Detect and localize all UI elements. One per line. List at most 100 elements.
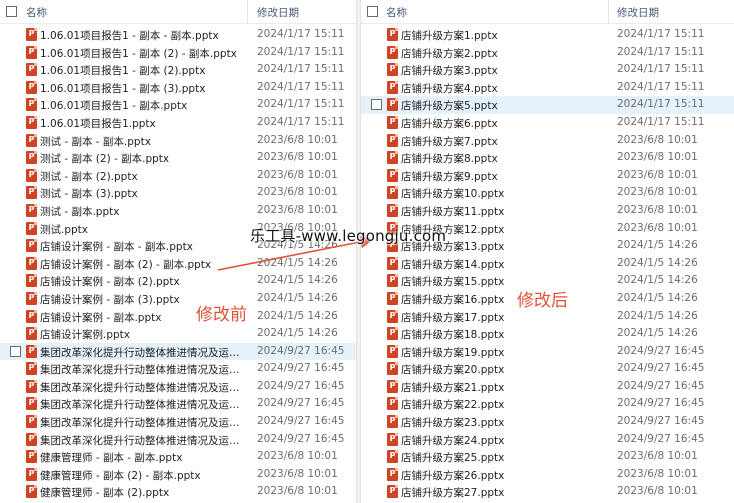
file-row[interactable]: 店铺升级方案26.pptx 2023/6/8 10:01 xyxy=(361,466,734,484)
file-row[interactable]: 1.06.01项目报告1 - 副本 (2) - 副本.pptx 2024/1/17… xyxy=(0,44,356,62)
file-row[interactable]: 店铺升级方案22.pptx 2024/9/27 16:45 xyxy=(361,395,734,413)
file-row[interactable]: 店铺升级方案21.pptx 2024/9/27 16:45 xyxy=(361,378,734,396)
file-row[interactable]: 1.06.01项目报告1 - 副本 (2).pptx 2024/1/17 15:1… xyxy=(0,61,356,79)
column-separator[interactable] xyxy=(608,0,609,24)
file-date-modified: 2024/1/17 15:11 xyxy=(257,63,345,76)
file-date-modified: 2024/1/5 14:26 xyxy=(257,274,338,287)
row-checkbox[interactable] xyxy=(10,345,21,357)
file-row[interactable]: 1.06.01项目报告1 - 副本 (3).pptx 2024/1/17 15:1… xyxy=(0,79,356,97)
file-row[interactable]: 集团改革深化提升行动整体推进情况及运管... 2024/9/27 16:45 xyxy=(0,431,356,449)
select-all-checkbox[interactable] xyxy=(367,6,378,17)
pptx-file-icon xyxy=(387,115,398,129)
file-date-modified: 2023/6/8 10:01 xyxy=(617,221,698,234)
file-row[interactable]: 集团改革深化提升行动整体推进情况及运管... 2024/9/27 16:45 xyxy=(0,342,356,361)
file-row[interactable]: 集团改革深化提升行动整体推进情况及运管... 2024/9/27 16:45 xyxy=(0,378,356,396)
file-row[interactable]: 集团改革深化提升行动整体推进情况及运管... 2024/9/27 16:45 xyxy=(0,360,356,378)
file-row[interactable]: 店铺升级方案11.pptx 2023/6/8 10:01 xyxy=(361,202,734,220)
file-row[interactable]: 店铺升级方案14.pptx 2024/1/5 14:26 xyxy=(361,255,734,273)
pptx-file-icon xyxy=(26,309,37,323)
file-name: 店铺升级方案2.pptx xyxy=(401,47,498,60)
file-date-modified: 2023/6/8 10:01 xyxy=(617,485,698,498)
file-row[interactable]: 健康管理师 - 副本 (2) - 副本.pptx 2023/6/8 10:01 xyxy=(0,466,356,484)
file-row[interactable]: 测试 - 副本 - 副本.pptx 2023/6/8 10:01 xyxy=(0,132,356,150)
file-date-modified: 2024/9/27 16:45 xyxy=(617,432,705,445)
row-checkbox[interactable] xyxy=(371,99,382,111)
file-row[interactable]: 店铺升级方案18.pptx 2024/1/5 14:26 xyxy=(361,325,734,343)
date-modified-column-header[interactable]: 修改日期 xyxy=(617,5,659,20)
file-date-modified: 2024/1/5 14:26 xyxy=(257,327,338,340)
pptx-file-icon xyxy=(387,98,398,112)
file-row[interactable]: 店铺设计案例 - 副本 (2) - 副本.pptx 2024/1/5 14:26 xyxy=(0,255,356,273)
file-row[interactable]: 店铺设计案例 - 副本.pptx2024/1/5 14:26 xyxy=(0,308,356,326)
file-row[interactable]: 店铺升级方案5.pptx 2024/1/17 15:11 xyxy=(361,96,734,114)
file-name: 测试 - 副本 (3).pptx xyxy=(40,188,138,201)
name-column-header[interactable]: 名称 xyxy=(386,5,407,20)
file-row[interactable]: 店铺升级方案2.pptx 2024/1/17 15:11 xyxy=(361,44,734,62)
file-row[interactable]: 店铺升级方案25.pptx 2023/6/8 10:01 xyxy=(361,448,734,466)
date-modified-column-header[interactable]: 修改日期 xyxy=(257,5,299,20)
file-name: 集团改革深化提升行动整体推进情况及运管... xyxy=(40,364,240,377)
file-name: 店铺升级方案26.pptx xyxy=(401,469,505,482)
pptx-file-icon xyxy=(387,168,398,182)
file-row[interactable]: 店铺升级方案9.pptx 2023/6/8 10:01 xyxy=(361,167,734,185)
file-row[interactable]: 集团改革深化提升行动整体推进情况及运管... 2024/9/27 16:45 xyxy=(0,413,356,431)
file-date-modified: 2024/1/5 14:26 xyxy=(257,309,338,322)
pptx-file-icon xyxy=(26,115,37,129)
file-date-modified: 2024/1/17 15:11 xyxy=(617,115,705,128)
pptx-file-icon xyxy=(26,80,37,94)
file-name: 店铺升级方案25.pptx xyxy=(401,452,505,465)
column-separator[interactable] xyxy=(247,0,248,24)
file-date-modified: 2023/6/8 10:01 xyxy=(617,203,698,216)
file-name: 店铺升级方案8.pptx xyxy=(401,153,498,166)
pptx-file-icon xyxy=(387,362,398,376)
file-row[interactable]: 店铺升级方案24.pptx 2024/9/27 16:45 xyxy=(361,431,734,449)
file-row[interactable]: 店铺升级方案3.pptx 2024/1/17 15:11 xyxy=(361,61,734,79)
file-row[interactable]: 测试 - 副本.pptx 2023/6/8 10:01 xyxy=(0,202,356,220)
file-row[interactable]: 店铺升级方案1.pptx 2024/1/17 15:11 xyxy=(361,26,734,44)
file-row[interactable]: 集团改革深化提升行动整体推进情况及运管... 2024/9/27 16:45 xyxy=(0,395,356,413)
pptx-file-icon xyxy=(387,80,398,94)
pptx-file-icon xyxy=(387,45,398,59)
file-row[interactable]: 测试 - 副本 (2).pptx 2023/6/8 10:01 xyxy=(0,167,356,185)
file-row[interactable]: 店铺升级方案27.pptx 2023/6/8 10:01 xyxy=(361,483,734,501)
column-header: 名称 修改日期 xyxy=(361,0,734,24)
pptx-file-icon xyxy=(387,151,398,165)
file-date-modified: 2024/1/5 14:26 xyxy=(617,274,698,287)
file-row[interactable]: 1.06.01项目报告1 - 副本.pptx 2024/1/17 15:11 xyxy=(0,96,356,114)
pptx-file-icon xyxy=(26,291,37,305)
file-row[interactable]: 店铺升级方案19.pptx 2024/9/27 16:45 xyxy=(361,343,734,361)
file-row[interactable]: 测试 - 副本 (3).pptx 2023/6/8 10:01 xyxy=(0,184,356,202)
file-date-modified: 2024/1/5 14:26 xyxy=(617,256,698,269)
file-row[interactable]: 店铺设计案例 - 副本 (2).pptx 2024/1/5 14:26 xyxy=(0,272,356,290)
file-row[interactable]: 店铺升级方案7.pptx 2023/6/8 10:01 xyxy=(361,132,734,150)
file-row[interactable]: 店铺升级方案8.pptx 2023/6/8 10:01 xyxy=(361,149,734,167)
select-all-checkbox[interactable] xyxy=(6,6,17,17)
file-rows: 1.06.01项目报告1 - 副本 - 副本.pptx 2024/1/17 15:… xyxy=(0,26,356,501)
file-row[interactable]: 1.06.01项目报告1 - 副本 - 副本.pptx 2024/1/17 15:… xyxy=(0,26,356,44)
file-row[interactable]: 测试 - 副本 (2) - 副本.pptx 2023/6/8 10:01 xyxy=(0,149,356,167)
file-date-modified: 2023/6/8 10:01 xyxy=(617,467,698,480)
file-date-modified: 2023/6/8 10:01 xyxy=(257,133,338,146)
file-name: 测试.pptx xyxy=(40,223,88,236)
file-date-modified: 2023/6/8 10:01 xyxy=(257,467,338,480)
file-name: 测试 - 副本 - 副本.pptx xyxy=(40,135,151,148)
file-row[interactable]: 店铺设计案例.pptx 2024/1/5 14:26 xyxy=(0,325,356,343)
file-row[interactable]: 店铺升级方案10.pptx 2023/6/8 10:01 xyxy=(361,184,734,202)
file-date-modified: 2024/1/17 15:11 xyxy=(617,80,705,93)
file-row[interactable]: 店铺升级方案6.pptx 2024/1/17 15:11 xyxy=(361,114,734,132)
file-name: 店铺升级方案5.pptx xyxy=(401,100,498,113)
file-name: 1.06.01项目报告1 - 副本 (2).pptx xyxy=(40,65,206,78)
file-row[interactable]: 店铺升级方案23.pptx 2024/9/27 16:45 xyxy=(361,413,734,431)
file-date-modified: 2023/6/8 10:01 xyxy=(617,186,698,199)
name-column-header[interactable]: 名称 xyxy=(26,5,47,20)
pptx-file-icon xyxy=(387,291,398,305)
file-row[interactable]: 店铺设计案例 - 副本 (3).pptx2024/1/5 14:26 xyxy=(0,290,356,308)
file-row[interactable]: 店铺升级方案20.pptx 2024/9/27 16:45 xyxy=(361,360,734,378)
file-name: 健康管理师 - 副本 (2) - 副本.pptx xyxy=(40,469,201,482)
file-row[interactable]: 1.06.01项目报告1.pptx 2024/1/17 15:11 xyxy=(0,114,356,132)
file-row[interactable]: 店铺升级方案4.pptx 2024/1/17 15:11 xyxy=(361,79,734,97)
pptx-file-icon xyxy=(387,256,398,270)
file-date-modified: 2024/1/5 14:26 xyxy=(617,291,698,304)
file-row[interactable]: 健康管理师 - 副本 - 副本.pptx 2023/6/8 10:01 xyxy=(0,448,356,466)
file-row[interactable]: 健康管理师 - 副本 (2).pptx 2023/6/8 10:01 xyxy=(0,483,356,501)
